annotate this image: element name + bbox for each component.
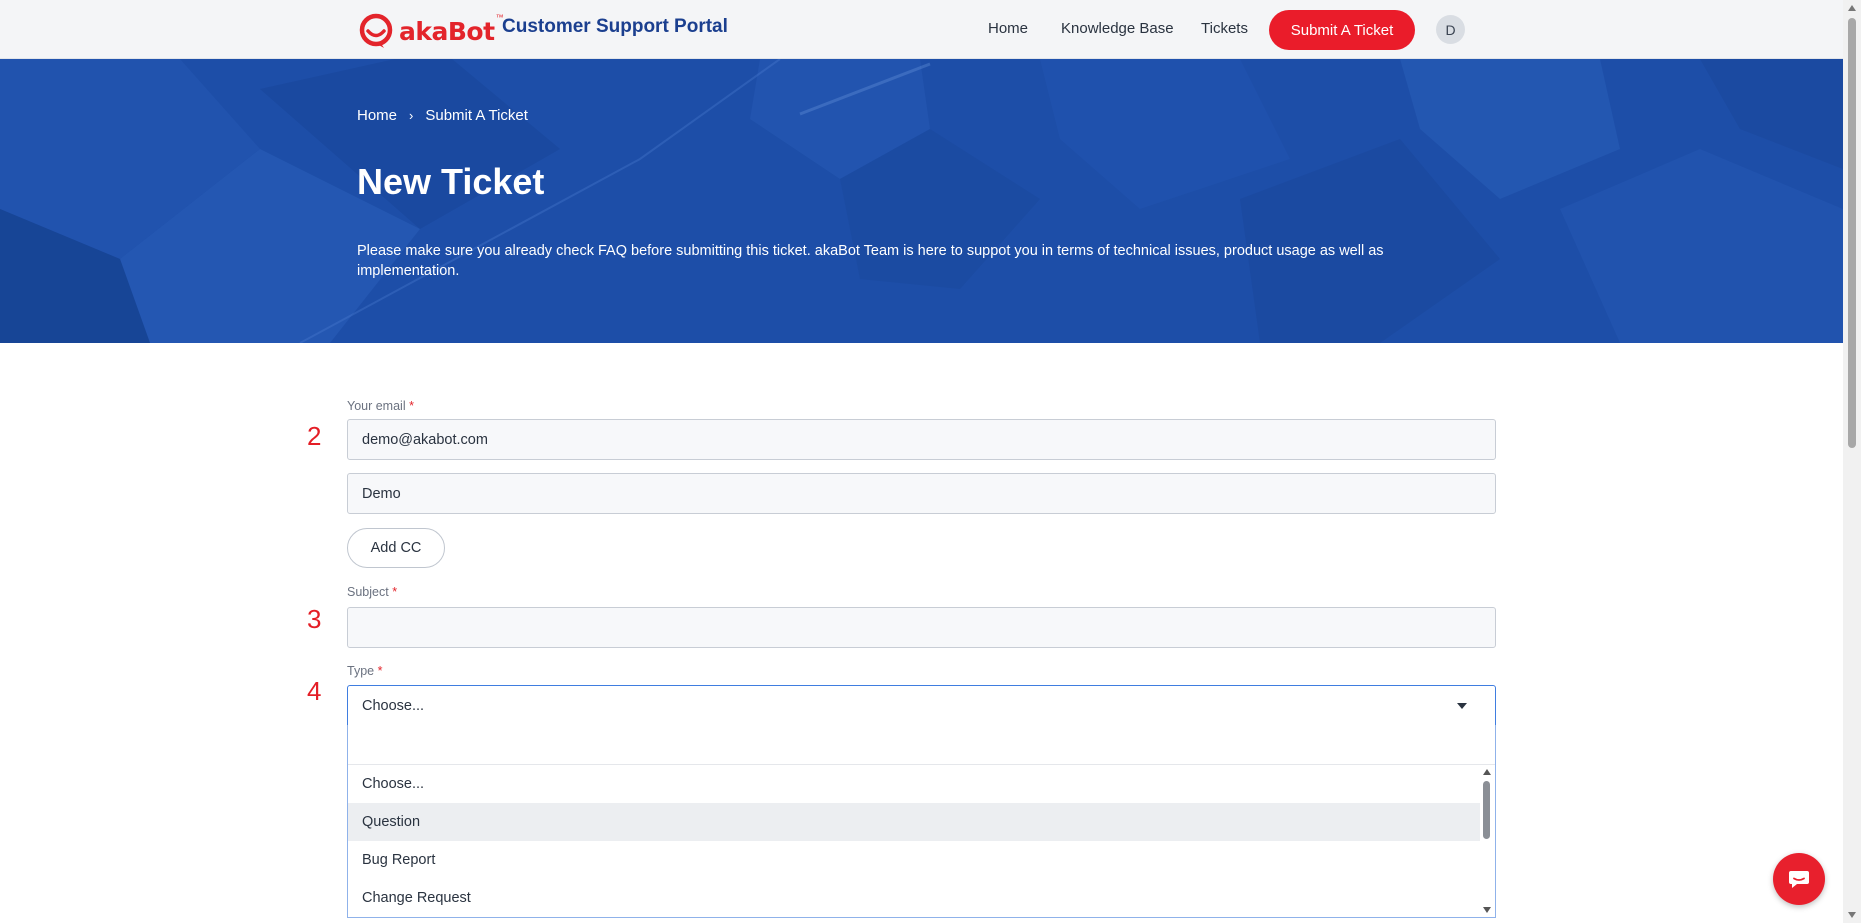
type-option-change-request[interactable]: Change Request xyxy=(348,879,1480,917)
page-title: New Ticket xyxy=(357,161,545,202)
name-field[interactable]: Demo xyxy=(347,473,1496,514)
required-marker: * xyxy=(392,585,398,599)
scroll-down-icon[interactable] xyxy=(1483,907,1491,913)
top-navigation-bar: akaBot ™ Customer Support Portal Home Kn… xyxy=(0,0,1843,59)
type-option-bug-report[interactable]: Bug Report xyxy=(348,841,1480,879)
email-label: Your email * xyxy=(347,399,414,413)
step-marker-3: 3 xyxy=(307,604,322,634)
caret-down-icon xyxy=(1457,702,1467,709)
page-scrollbar[interactable] xyxy=(1843,0,1861,923)
nav-tickets-link[interactable]: Tickets xyxy=(1201,20,1248,37)
hero-pattern-background xyxy=(0,59,1843,343)
step-marker-4: 4 xyxy=(307,676,322,706)
type-select-value: Choose... xyxy=(362,697,425,714)
breadcrumb-current: Submit A Ticket xyxy=(425,107,528,124)
breadcrumb-home-link[interactable]: Home xyxy=(357,107,397,124)
dropdown-scroll-thumb[interactable] xyxy=(1483,781,1490,839)
chat-bubble-icon xyxy=(1789,871,1809,888)
nav-home-link[interactable]: Home xyxy=(988,20,1028,37)
nav-knowledge-base-link[interactable]: Knowledge Base xyxy=(1061,20,1174,37)
type-options-list: Choose... Question Bug Report Change Req… xyxy=(348,765,1480,917)
step-marker-2: 2 xyxy=(307,421,322,451)
required-marker: * xyxy=(377,664,383,678)
email-field[interactable]: demo@akabot.com xyxy=(347,419,1496,460)
type-search-input[interactable] xyxy=(348,725,1495,765)
page-scroll-thumb[interactable] xyxy=(1848,18,1856,448)
type-label: Type * xyxy=(347,664,383,678)
breadcrumb: Home › Submit A Ticket xyxy=(357,107,528,124)
subject-input[interactable] xyxy=(347,607,1496,648)
chat-widget-button[interactable] xyxy=(1773,853,1825,905)
scroll-up-icon[interactable] xyxy=(1483,769,1491,775)
akabot-logo[interactable]: akaBot ™ xyxy=(357,12,504,50)
intro-text: Please make sure you already check FAQ b… xyxy=(357,243,1384,279)
akabot-logo-icon xyxy=(359,13,393,48)
type-select[interactable]: Choose... xyxy=(347,685,1496,726)
user-avatar[interactable]: D xyxy=(1436,15,1465,44)
add-cc-button[interactable]: Add CC xyxy=(347,528,445,568)
type-option-question[interactable]: Question xyxy=(348,803,1480,841)
hero-banner xyxy=(0,59,1843,343)
scroll-up-icon[interactable] xyxy=(1848,5,1856,11)
subject-label: Subject * xyxy=(347,585,398,599)
portal-title: Customer Support Portal xyxy=(502,16,728,37)
logo-wordmark: akaBot xyxy=(399,16,495,46)
type-option-choose[interactable]: Choose... xyxy=(348,765,1480,803)
submit-a-ticket-button[interactable]: Submit A Ticket xyxy=(1269,10,1415,50)
chevron-right-icon: › xyxy=(409,108,414,123)
required-marker: * xyxy=(409,399,414,413)
type-dropdown-panel: Choose... Question Bug Report Change Req… xyxy=(347,725,1496,918)
dropdown-scrollbar[interactable] xyxy=(1479,765,1495,917)
scroll-down-icon[interactable] xyxy=(1848,912,1856,918)
